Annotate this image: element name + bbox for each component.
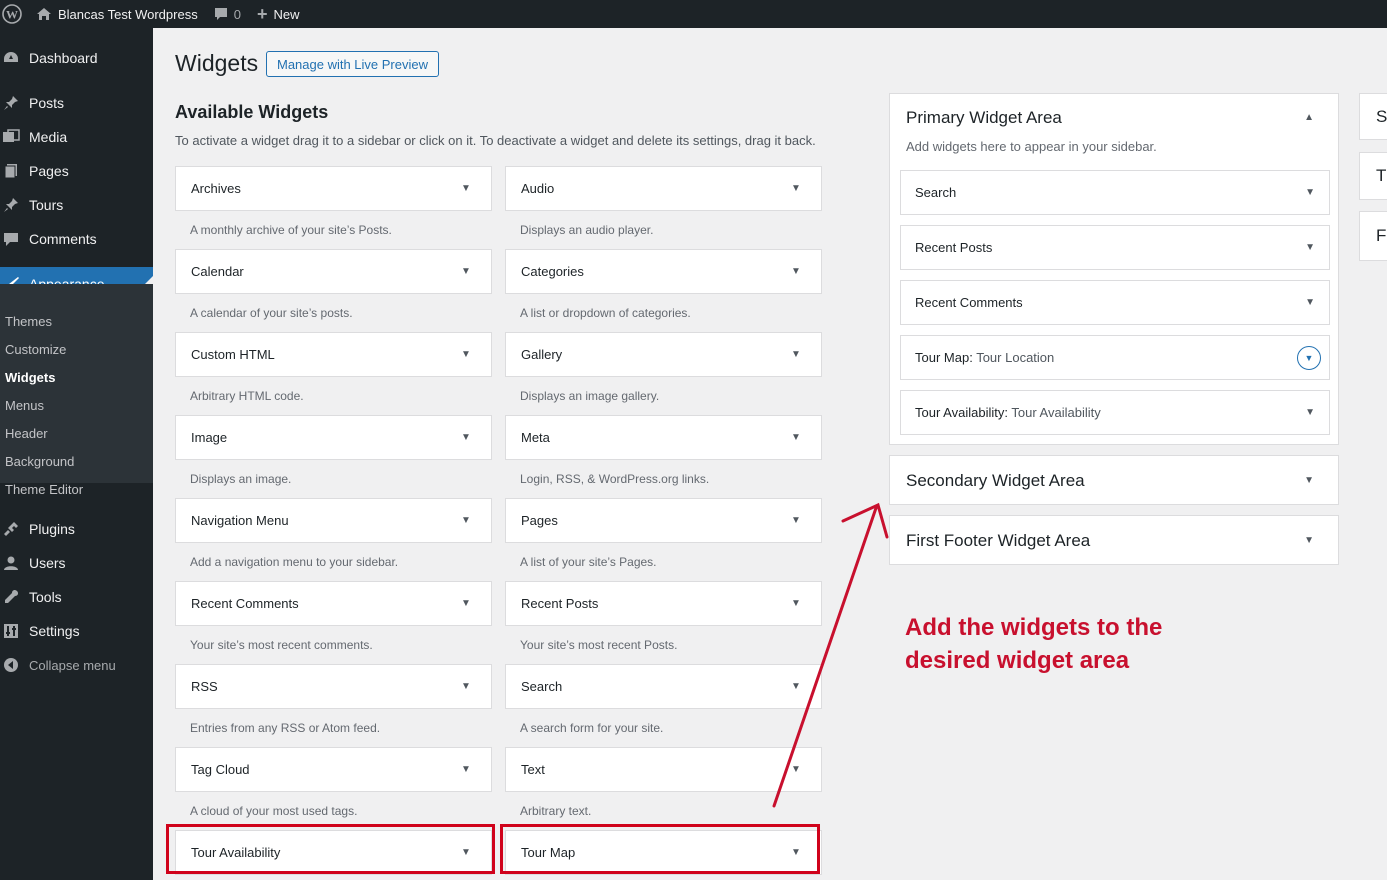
annotation-arrows [772,502,889,808]
arrow-line [772,506,878,808]
arrow-head [841,502,889,539]
callout-line: desired widget area [905,647,1130,674]
annotation-callout: Add the widgets to the desired widget ar… [905,611,1205,677]
callout-line: Add the widgets to the [905,614,1163,641]
